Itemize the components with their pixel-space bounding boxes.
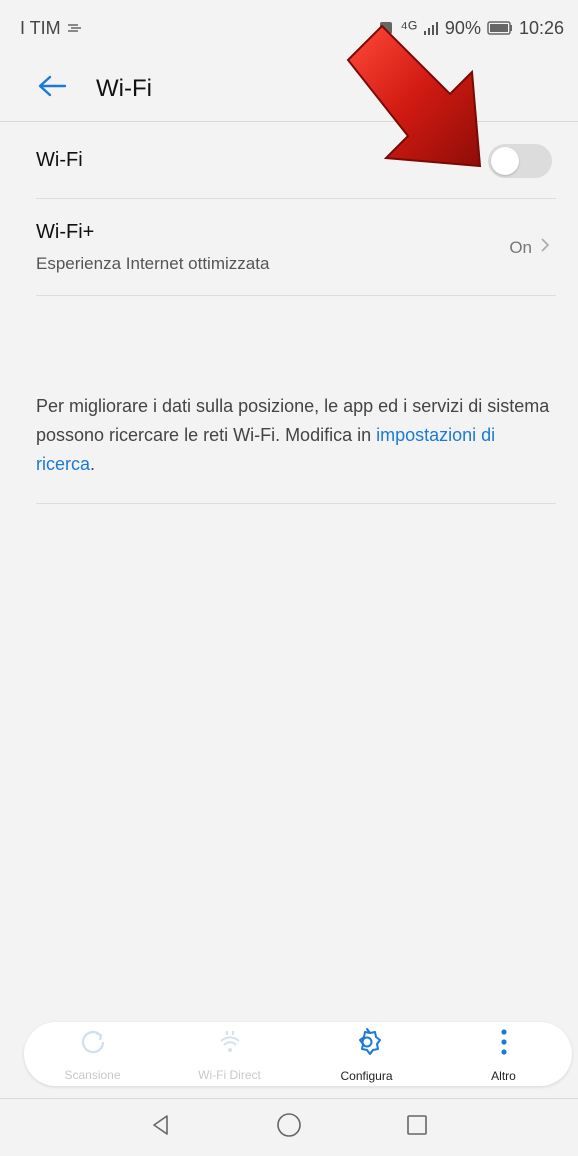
toolbar-label-scan: Scansione	[64, 1067, 121, 1082]
system-navigation-bar	[0, 1098, 578, 1156]
gear-icon	[351, 1026, 383, 1063]
circle-home-icon	[276, 1112, 302, 1143]
clock: 10:26	[518, 17, 564, 38]
wifi-plus-label: Wi-Fi+	[36, 221, 95, 243]
toolbar-item-wifi-direct[interactable]: Wi-Fi Direct	[170, 1027, 290, 1082]
cast-icon	[67, 22, 83, 34]
wifi-direct-icon	[215, 1027, 245, 1062]
chevron-right-icon	[540, 237, 550, 258]
toolbar-label-configure: Configura	[340, 1068, 393, 1083]
info-text-end: .	[90, 454, 96, 474]
toolbar-item-configure[interactable]: Configura	[307, 1026, 427, 1083]
wifi-plus-value: On	[509, 237, 532, 257]
page-title: Wi-Fi	[96, 74, 152, 102]
nav-recents-button[interactable]	[401, 1112, 433, 1144]
toolbar-item-scan[interactable]: Scansione	[33, 1027, 153, 1082]
wifi-plus-texts: Wi-Fi+ Esperienza Internet ottimizzata	[36, 221, 269, 274]
bottom-toolbar: Scansione Wi-Fi Direct Configura Altro	[24, 1022, 572, 1086]
toolbar-item-more[interactable]: Altro	[444, 1026, 564, 1083]
more-vertical-icon	[498, 1026, 510, 1063]
refresh-icon	[78, 1027, 108, 1062]
wifi-plus-subtitle: Esperienza Internet ottimizzata	[36, 254, 270, 273]
triangle-back-icon	[149, 1113, 173, 1142]
status-left: I TIM	[20, 18, 83, 39]
toolbar-label-wifi-direct: Wi-Fi Direct	[198, 1067, 261, 1082]
wifi-plus-status: On	[509, 237, 550, 258]
nav-back-button[interactable]	[145, 1112, 177, 1144]
wifi-plus-row[interactable]: Wi-Fi+ Esperienza Internet ottimizzata O…	[36, 200, 556, 296]
toolbar-label-more: Altro	[491, 1068, 516, 1083]
carrier-label: I TIM	[20, 17, 61, 38]
back-button[interactable]	[36, 73, 68, 105]
scan-info-text: Per migliorare i dati sulla posizione, l…	[36, 392, 556, 504]
back-arrow-icon	[37, 74, 67, 103]
square-recents-icon	[405, 1113, 429, 1142]
nav-home-button[interactable]	[273, 1112, 305, 1144]
red-arrow-annotation	[346, 24, 482, 168]
wifi-label: Wi-Fi	[36, 149, 83, 171]
